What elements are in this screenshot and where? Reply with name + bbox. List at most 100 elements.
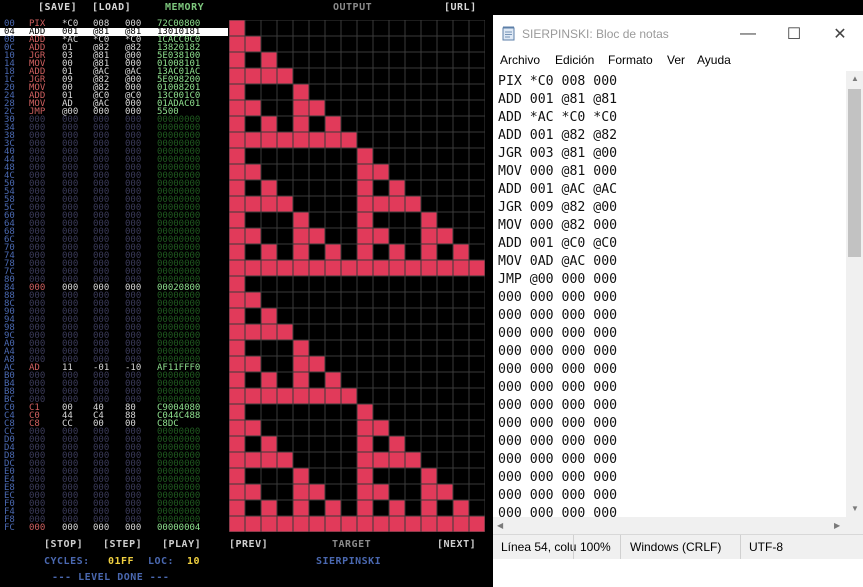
- loc-value: 10: [187, 556, 201, 567]
- url-button[interactable]: [URL]: [444, 2, 477, 13]
- pixel: [404, 355, 422, 373]
- pixel: [292, 307, 310, 325]
- pixel: [260, 51, 278, 69]
- pixel: [372, 243, 390, 261]
- menu-ver[interactable]: Ver: [667, 53, 685, 67]
- close-button[interactable]: ✕: [817, 15, 863, 52]
- load-button[interactable]: [LOAD]: [92, 2, 131, 13]
- pixel: [244, 451, 262, 469]
- pixel: [468, 99, 485, 117]
- pixel: [229, 83, 246, 101]
- pixel: [436, 483, 454, 501]
- pixel: [468, 467, 485, 485]
- pixel: [436, 259, 454, 277]
- text-line: ADD 001 @81 @81: [498, 92, 618, 107]
- pixel: [420, 467, 438, 485]
- scroll-up-arrow-icon[interactable]: ▲: [851, 74, 859, 83]
- code-row[interactable]: FC 000 000 000 000 00000004: [0, 524, 228, 533]
- pixel: [404, 20, 422, 37]
- pixel: [229, 211, 246, 229]
- pixel: [372, 451, 390, 469]
- menu-ayuda[interactable]: Ayuda: [697, 53, 731, 67]
- scrollbar-corner: [846, 517, 863, 534]
- pixel: [324, 211, 342, 229]
- pixel: [420, 291, 438, 309]
- pixel: [372, 355, 390, 373]
- pixel: [324, 515, 342, 532]
- pixel: [452, 355, 470, 373]
- pixel: [244, 243, 262, 261]
- horizontal-scrollbar[interactable]: ◀ ▶: [493, 517, 846, 534]
- pixel: [260, 35, 278, 53]
- menu-edicion[interactable]: Edición: [555, 53, 594, 67]
- menu-archivo[interactable]: Archivo: [500, 53, 540, 67]
- pixel: [372, 515, 390, 532]
- play-button[interactable]: [PLAY]: [162, 539, 201, 550]
- pixel: [372, 467, 390, 485]
- pixel: [308, 163, 326, 181]
- code-a3[interactable]: 000: [125, 524, 141, 533]
- stop-button[interactable]: [STOP]: [44, 539, 83, 550]
- pixel: [244, 323, 262, 341]
- pixel: [244, 227, 262, 245]
- pixel: [276, 163, 294, 181]
- pixel: [436, 51, 454, 69]
- pixel: [404, 291, 422, 309]
- code-mem[interactable]: 00000004: [157, 524, 200, 533]
- pixel: [276, 131, 294, 149]
- vertical-scrollbar[interactable]: ▲ ▼: [846, 71, 863, 517]
- pixel: [324, 467, 342, 485]
- next-button[interactable]: [NEXT]: [437, 539, 476, 550]
- scroll-right-arrow-icon[interactable]: ▶: [834, 521, 840, 530]
- code-a1[interactable]: 000: [62, 524, 78, 533]
- pixel: [356, 259, 374, 277]
- pixel: [404, 67, 422, 85]
- pixel: [229, 371, 246, 389]
- pixel: [340, 467, 358, 485]
- pixel: [292, 115, 310, 133]
- pixel: [292, 275, 310, 293]
- pixel: [308, 499, 326, 517]
- pixel: [436, 179, 454, 197]
- pixel: [276, 83, 294, 101]
- text-editor[interactable]: PIX *C0 008 000 ADD 001 @81 @81 ADD *AC *C…: [493, 71, 863, 534]
- pixel: [244, 259, 262, 277]
- scroll-down-arrow-icon[interactable]: ▼: [851, 504, 859, 513]
- pixel: [244, 211, 262, 229]
- pixel: [452, 259, 470, 277]
- pixel: [276, 259, 294, 277]
- pixel: [420, 163, 438, 181]
- menu-formato[interactable]: Formato: [608, 53, 653, 67]
- pixel: [244, 355, 262, 373]
- pixel: [292, 20, 310, 37]
- title-bar[interactable]: SIERPINSKI: Bloc de notas — ☐ ✕: [493, 15, 863, 52]
- scroll-left-arrow-icon[interactable]: ◀: [497, 521, 503, 530]
- pixel: [244, 403, 262, 421]
- pixel: [468, 515, 485, 532]
- step-button[interactable]: [STEP]: [103, 539, 142, 550]
- pixel: [404, 435, 422, 453]
- pixel: [292, 355, 310, 373]
- pixel: [340, 483, 358, 501]
- pixel: [308, 195, 326, 213]
- pixel: [292, 419, 310, 437]
- pixel: [372, 211, 390, 229]
- save-button[interactable]: [SAVE]: [38, 2, 77, 13]
- minimize-button[interactable]: —: [725, 15, 771, 52]
- pixel: [308, 275, 326, 293]
- vertical-scroll-thumb[interactable]: [848, 89, 861, 257]
- status-divider: [573, 535, 574, 559]
- pixel: [404, 483, 422, 501]
- pixel: [388, 227, 406, 245]
- pixel: [308, 355, 326, 373]
- pixel: [356, 355, 374, 373]
- prev-button[interactable]: [PREV]: [229, 539, 268, 550]
- pixel: [404, 515, 422, 532]
- pixel: [308, 147, 326, 165]
- code-op[interactable]: 000: [29, 524, 45, 533]
- pixel: [340, 51, 358, 69]
- maximize-button[interactable]: ☐: [771, 15, 817, 52]
- pixel: [244, 83, 262, 101]
- pixel: [260, 515, 278, 532]
- code-a2[interactable]: 000: [93, 524, 109, 533]
